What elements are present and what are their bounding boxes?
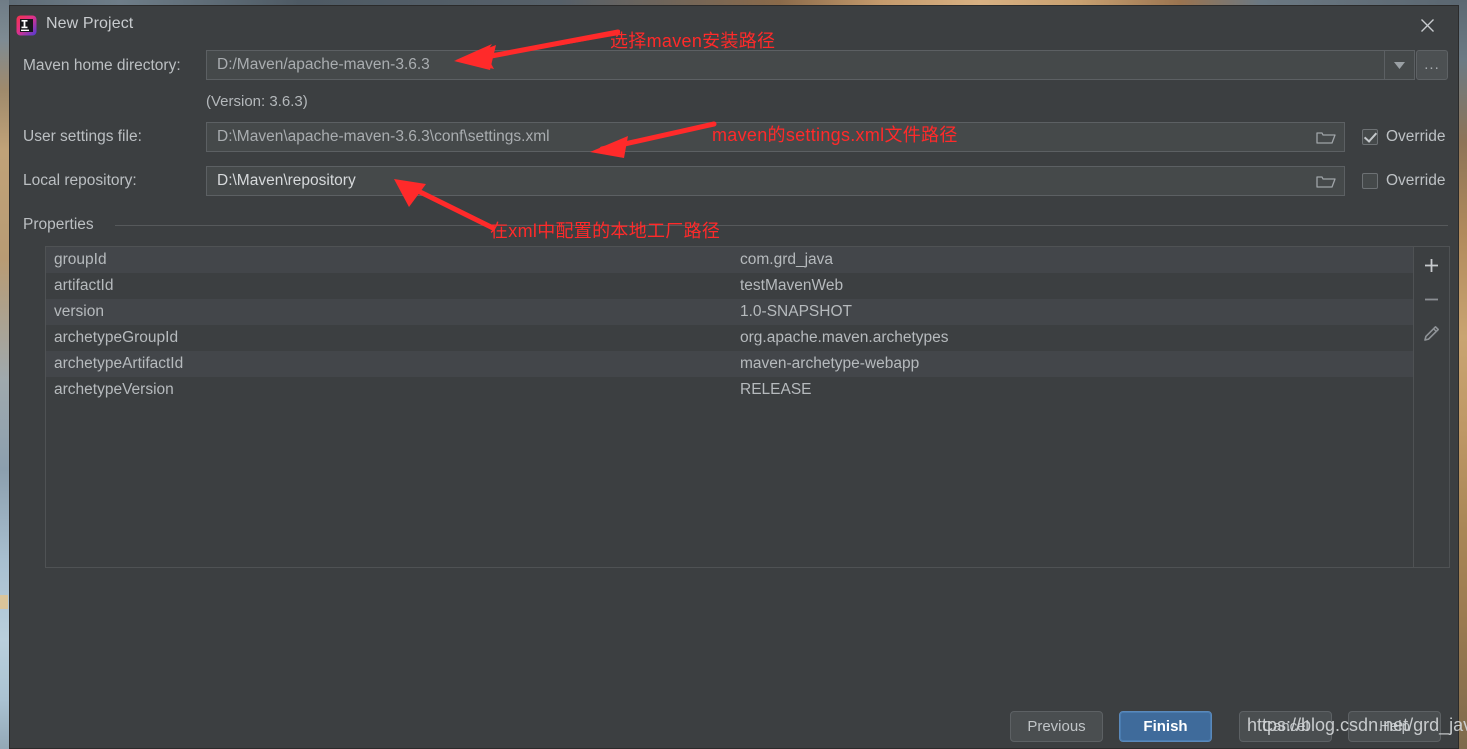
annotation-user-settings: maven的settings.xml文件路径 — [712, 125, 958, 145]
table-row[interactable]: artifactId testMavenWeb — [46, 273, 1413, 299]
desktop-wallpaper-left-strip — [0, 0, 9, 749]
finish-button[interactable]: Finish — [1119, 711, 1212, 742]
annotation-maven-home: 选择maven安装路径 — [610, 31, 776, 51]
local-repository-input[interactable]: D:\Maven\repository — [206, 166, 1345, 196]
property-key: archetypeGroupId — [54, 329, 179, 346]
property-value: org.apache.maven.archetypes — [740, 329, 949, 346]
user-settings-label: User settings file: — [23, 128, 142, 145]
checkbox-checked-icon — [1362, 129, 1378, 145]
property-value: maven-archetype-webapp — [740, 355, 920, 372]
local-repository-override-label: Override — [1386, 172, 1446, 189]
intellij-idea-icon — [16, 15, 37, 36]
ellipsis-icon: ... — [1424, 56, 1440, 73]
maven-version-note: (Version: 3.6.3) — [206, 93, 308, 110]
new-project-dialog: New Project Maven home directory: D:/Mav… — [9, 5, 1459, 749]
maven-home-value: D:/Maven/apache-maven-3.6.3 — [217, 56, 430, 73]
property-value: 1.0-SNAPSHOT — [740, 303, 852, 320]
cancel-button[interactable]: Cancel — [1239, 711, 1332, 742]
previous-button[interactable]: Previous — [1010, 711, 1103, 742]
help-button[interactable]: Help — [1348, 711, 1441, 742]
user-settings-value: D:\Maven\apache-maven-3.6.3\conf\setting… — [217, 128, 550, 145]
table-row[interactable]: version 1.0-SNAPSHOT — [46, 299, 1413, 325]
folder-icon[interactable] — [1309, 168, 1343, 194]
table-row[interactable]: archetypeGroupId org.apache.maven.archet… — [46, 325, 1413, 351]
local-repository-value: D:\Maven\repository — [217, 172, 356, 189]
property-key: artifactId — [54, 277, 114, 294]
remove-property-button[interactable] — [1419, 287, 1445, 311]
folder-icon[interactable] — [1309, 124, 1343, 150]
maven-home-combobox[interactable]: D:/Maven/apache-maven-3.6.3 — [206, 50, 1415, 80]
maven-home-label: Maven home directory: — [23, 57, 181, 74]
properties-table[interactable]: groupId com.grd_java artifactId testMave… — [45, 246, 1414, 568]
property-key: archetypeVersion — [54, 381, 174, 398]
chevron-down-icon[interactable] — [1384, 51, 1414, 79]
property-value: RELEASE — [740, 381, 812, 398]
edit-property-button[interactable] — [1419, 321, 1445, 345]
properties-table-toolbar — [1414, 246, 1450, 568]
checkbox-unchecked-icon — [1362, 173, 1378, 189]
table-row[interactable]: groupId com.grd_java — [46, 247, 1413, 273]
close-icon[interactable] — [1404, 6, 1450, 44]
properties-group-divider — [115, 225, 1448, 226]
user-settings-override-label: Override — [1386, 128, 1446, 145]
property-key: archetypeArtifactId — [54, 355, 184, 372]
desktop-wallpaper-accent — [0, 595, 8, 609]
local-repository-override-checkbox[interactable]: Override — [1362, 172, 1445, 190]
property-key: version — [54, 303, 104, 320]
maven-home-browse-button[interactable]: ... — [1416, 50, 1448, 80]
local-repository-label: Local repository: — [23, 172, 137, 189]
properties-group-label: Properties — [23, 216, 102, 234]
add-property-button[interactable] — [1419, 253, 1445, 277]
table-row[interactable]: archetypeArtifactId maven-archetype-weba… — [46, 351, 1413, 377]
dialog-title: New Project — [46, 15, 134, 32]
screenshot-root: New Project Maven home directory: D:/Mav… — [0, 0, 1467, 749]
property-value: testMavenWeb — [740, 277, 844, 294]
annotation-local-repository: 在xml中配置的本地工厂路径 — [490, 221, 721, 241]
property-value: com.grd_java — [740, 251, 834, 268]
desktop-wallpaper-right-strip — [1459, 0, 1467, 749]
user-settings-override-checkbox[interactable]: Override — [1362, 128, 1445, 146]
property-key: groupId — [54, 251, 107, 268]
table-row[interactable]: archetypeVersion RELEASE — [46, 377, 1413, 403]
